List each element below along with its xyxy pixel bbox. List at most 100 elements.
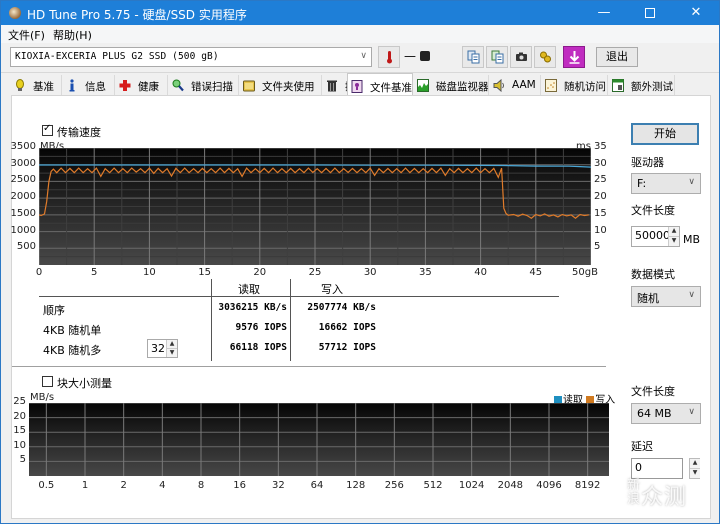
tab-disk-monitor[interactable]: 磁盘监视器 [414, 75, 489, 95]
temperature-value: — [404, 49, 416, 63]
drive-select-value: KIOXIA-EXCERIA PLUS G2 SSD (500 gB) [15, 51, 219, 62]
stepper-up-icon[interactable]: ▲ [167, 340, 177, 349]
stepper-up-icon[interactable]: ▲ [669, 227, 679, 237]
file-length-stepper[interactable]: 50000 ▲ ▼ [631, 226, 680, 247]
row-label-4kb-multi: 4KB 随机多 [43, 344, 102, 357]
copy-info-alt-button[interactable] [486, 46, 508, 68]
tab-error-scan[interactable]: 错误扫描 [169, 75, 239, 95]
transfer-speed-label: 传输速度 [57, 126, 101, 139]
delay-input[interactable]: 0 [631, 458, 683, 479]
x-tick-label: 15 [198, 267, 211, 278]
tab-extra-tests[interactable]: 额外测试 [609, 75, 675, 95]
info-icon [69, 79, 75, 92]
tab-aam[interactable]: AAM [490, 75, 541, 95]
block-size-chart [29, 403, 609, 476]
header-read: 读取 [238, 283, 260, 296]
tab-label: 文件基准 [370, 82, 412, 94]
delay-value: 0 [635, 461, 642, 474]
tab-label: 随机访问 [564, 81, 606, 93]
app-window: HD Tune Pro 5.75 - 硬盘/SSD 实用程序 — ✕ 文件(F)… [0, 0, 720, 524]
speaker-icon [493, 79, 504, 92]
stepper-down-icon[interactable]: ▼ [690, 468, 700, 478]
menu-help[interactable]: 帮助(H) [53, 27, 92, 43]
stepper-down-icon[interactable]: ▼ [167, 348, 177, 357]
drive-combo[interactable]: F: ∨ [631, 173, 701, 194]
y2-tick-label: 20 [594, 191, 607, 203]
copy-info-button[interactable] [462, 46, 484, 68]
y-tick-label: 1500 [10, 207, 36, 219]
queue-depth-stepper[interactable]: 32 ▲ ▼ [147, 339, 178, 358]
y-tick-label: 3000 [10, 157, 36, 169]
4kb-multi-write-value: 57712 IOPS [318, 342, 376, 353]
tab-info[interactable]: 信息 [63, 75, 115, 95]
x-tick-label: 45 [529, 267, 543, 278]
save-button[interactable] [563, 46, 585, 68]
data-mode-value: 随机 [637, 292, 659, 305]
queue-depth-value: 32 [151, 342, 165, 355]
transfer-speed-checkbox[interactable]: ✓ [42, 123, 53, 136]
block-size-checkbox[interactable] [42, 376, 53, 387]
exit-button[interactable]: 退出 [596, 47, 638, 67]
start-button[interactable]: 开始 [631, 123, 699, 145]
x-tick-label: 25 [308, 267, 322, 278]
y-tick-label: 500 [16, 241, 36, 253]
close-button[interactable]: ✕ [673, 1, 719, 25]
tab-file-benchmark[interactable]: 文件基准 [347, 73, 413, 95]
file-benchmark-icon [351, 80, 363, 93]
drive-label: 驱动器 [631, 156, 664, 169]
y2-tick-label: 35 [594, 141, 607, 152]
tab-label: AAM [512, 79, 536, 91]
thermometer-icon [387, 51, 392, 64]
tab-folder-usage[interactable]: 文件夹使用 [240, 75, 322, 95]
column-divider [290, 279, 291, 361]
file-length-label: 文件长度 [631, 204, 675, 217]
y2-tick-label: 10 [594, 224, 607, 236]
maximize-icon [645, 7, 655, 18]
block-file-length-combo[interactable]: 64 MB ∨ [631, 403, 701, 424]
block-x-tick-label: 0.5 [38, 480, 55, 491]
maximize-button[interactable] [627, 1, 673, 25]
chevron-down-icon: ∨ [360, 51, 367, 61]
options-button[interactable] [534, 46, 556, 68]
chevron-down-icon: ∨ [688, 290, 695, 300]
temperature-button[interactable] [378, 46, 400, 68]
checkmark-icon: ✓ [43, 123, 52, 134]
data-mode-combo[interactable]: 随机 ∨ [631, 286, 701, 307]
block-y-tick-label: 20 [13, 410, 26, 422]
camera-icon [516, 52, 527, 61]
drive-combo-value: F: [637, 177, 647, 190]
block-file-length-label: 文件长度 [631, 385, 675, 398]
menu-bar: 文件(F) 帮助(H) [1, 25, 719, 43]
chevron-down-icon: ∨ [688, 177, 695, 187]
block-x-tick-label: 1024 [458, 480, 485, 491]
block-y-axis-unit-label: MB/s [30, 392, 55, 403]
screenshot-button[interactable] [510, 46, 532, 68]
block-size-label: 块大小测量 [57, 377, 112, 390]
tab-label: 信息 [85, 81, 106, 93]
folder-icon [243, 80, 255, 92]
watermark-big: 众测 [641, 485, 688, 510]
section-divider [12, 366, 606, 367]
block-x-tick-label: 8192 [574, 480, 601, 491]
row-label-4kb-single: 4KB 随机单 [43, 324, 102, 337]
options-icon [540, 51, 551, 63]
stepper-down-icon[interactable]: ▼ [669, 236, 679, 246]
tab-label: 磁盘监视器 [436, 81, 489, 93]
drive-select[interactable]: KIOXIA-EXCERIA PLUS G2 SSD (500 gB) ∨ [10, 47, 372, 67]
delay-stepper[interactable]: ▲ ▼ [688, 458, 700, 479]
menu-file[interactable]: 文件(F) [8, 27, 45, 43]
block-x-tick-label: 4096 [536, 480, 562, 491]
block-x-tick-label: 8 [197, 480, 205, 491]
stepper-up-icon[interactable]: ▲ [690, 459, 700, 469]
minimize-button[interactable]: — [581, 1, 627, 25]
title-bar[interactable]: HD Tune Pro 5.75 - 硬盘/SSD 实用程序 — ✕ [1, 1, 719, 25]
block-x-tick-label: 2 [120, 480, 127, 491]
tab-health[interactable]: 健康 [116, 75, 168, 95]
random-access-icon [545, 79, 557, 92]
y2-tick-label: 30 [594, 157, 607, 169]
tab-random-access[interactable]: 随机访问 [542, 75, 608, 95]
extra-tests-icon [612, 79, 624, 92]
tab-benchmark[interactable]: 基准 [11, 75, 62, 95]
block-x-tick-label: 256 [384, 480, 404, 491]
4kb-single-write-value: 16662 IOPS [318, 322, 376, 333]
